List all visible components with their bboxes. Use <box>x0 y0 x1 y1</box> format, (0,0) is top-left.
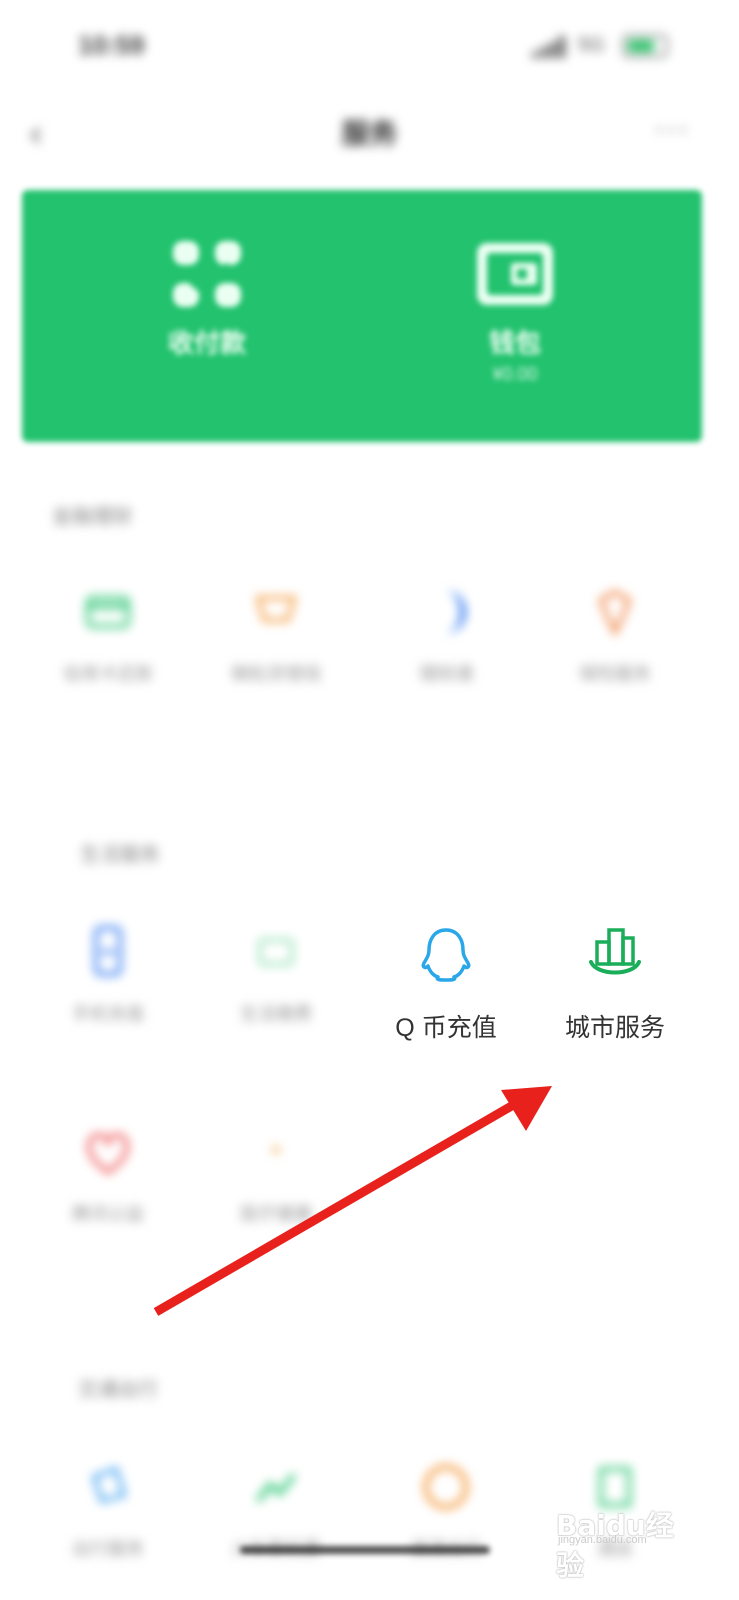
watermark-url: jingyan.baidu.com <box>558 1534 647 1546</box>
more-icon[interactable]: ··· <box>654 112 690 146</box>
banner-label: 收付款 <box>167 328 246 358</box>
phone-topup-icon <box>76 920 140 984</box>
grid-label: 医疗健康 <box>240 1204 312 1224</box>
wallet-button[interactable]: 钱包 ¥0.00 <box>435 235 595 385</box>
section-title-life: 生活服务 <box>80 844 160 866</box>
status-bar: 10:59 5G <box>0 0 739 95</box>
grid-item-charity[interactable]: 腾讯公益 <box>33 1120 183 1226</box>
city-buildings-icon <box>583 922 647 986</box>
grid-item-city-service[interactable]: 城市服务 <box>540 922 690 1044</box>
utilities-icon <box>244 920 308 984</box>
grid-item-travel[interactable]: 出行服务 <box>33 1455 183 1561</box>
grid-item-medical[interactable]: 医疗健康 <box>201 1120 351 1226</box>
home-indicator[interactable] <box>240 1546 490 1554</box>
grid-item-q-coin-topup[interactable]: Q 币充值 <box>371 922 521 1044</box>
scan-icon <box>167 235 247 307</box>
grid-item-credit-card[interactable]: 信用卡还款 <box>33 580 183 686</box>
loan-icon <box>244 580 308 644</box>
baidu-watermark: Baidu经验 jingyan.baidu.com <box>556 1490 696 1582</box>
grid-label: 出行服务 <box>72 1539 144 1559</box>
grid-label: 保险服务 <box>579 664 651 684</box>
grid-label: Q 币充值 <box>395 1014 497 1042</box>
banner-label: 钱包 <box>488 328 541 358</box>
wallet-icon <box>475 235 555 305</box>
page-title: 服务 <box>341 118 398 149</box>
grid-item-insurance[interactable]: 保险服务 <box>540 580 690 686</box>
grid-item-utilities[interactable]: 生活缴费 <box>201 920 351 1026</box>
insurance-icon <box>583 580 647 644</box>
grid-item-phone-topup[interactable]: 手机充值 <box>33 920 183 1026</box>
grid-label: 生活缴费 <box>240 1004 312 1024</box>
grid-label: 微粒贷借钱 <box>231 664 321 684</box>
grid-label: 理财通 <box>419 664 473 684</box>
credit-card-icon <box>76 580 140 644</box>
grid-item-loan[interactable]: 微粒贷借钱 <box>201 580 351 686</box>
grid-label: 腾讯公益 <box>72 1204 144 1224</box>
receive-pay-button[interactable]: 收付款 <box>127 235 287 360</box>
payment-banner: 收付款 钱包 ¥0.00 <box>22 190 702 442</box>
grid-label: 信用卡还款 <box>63 664 153 684</box>
qq-penguin-icon <box>414 922 478 986</box>
grid-label: 手机充值 <box>72 1004 144 1024</box>
section-title-finance: 金融理财 <box>52 506 132 528</box>
signal-icon <box>532 36 566 58</box>
heart-icon <box>76 1120 140 1184</box>
grid-item-wealth[interactable]: 理财通 <box>371 580 521 686</box>
wallet-balance: ¥0.00 <box>492 364 538 384</box>
status-time: 10:59 <box>78 30 145 60</box>
battery-icon <box>622 34 668 58</box>
network-type: 5G <box>578 34 605 56</box>
grid-label: 城市服务 <box>564 1014 665 1042</box>
section-title-transport: 交通出行 <box>78 1379 158 1401</box>
train-icon <box>76 1455 140 1519</box>
moon-icon <box>414 580 478 644</box>
ticket-icon <box>244 1455 308 1519</box>
medical-icon <box>244 1120 308 1184</box>
taxi-icon <box>414 1455 478 1519</box>
